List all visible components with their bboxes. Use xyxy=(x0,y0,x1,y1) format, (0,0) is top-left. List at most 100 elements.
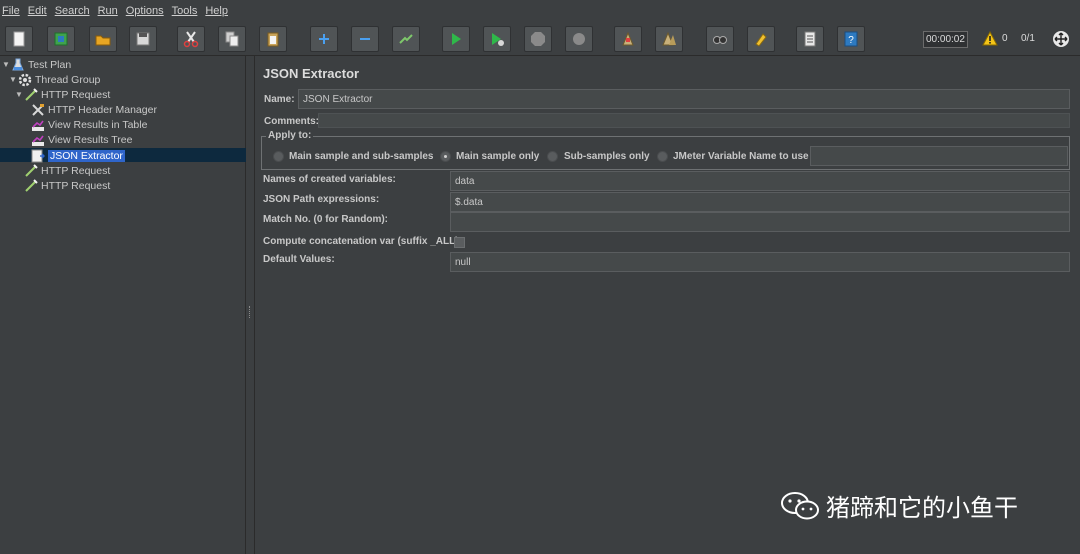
shutdown-icon xyxy=(573,33,585,45)
split-pane-divider[interactable] xyxy=(246,56,255,554)
tree-item-http-request[interactable]: HTTP Request xyxy=(24,163,110,178)
reset-search-button[interactable] xyxy=(747,26,775,52)
save-icon xyxy=(136,32,150,46)
comments-field[interactable] xyxy=(318,113,1070,128)
warning-icon[interactable] xyxy=(982,31,998,47)
templates-icon xyxy=(54,32,68,46)
tree-item-thread-group[interactable]: ▼ Thread Group xyxy=(9,72,100,87)
expand-arrow-icon[interactable]: ▼ xyxy=(9,75,18,84)
open-icon xyxy=(95,35,111,46)
watermark: 猪蹄和它的小鱼干 xyxy=(780,488,1018,523)
cut-icon xyxy=(183,31,199,48)
config-icon xyxy=(31,103,45,117)
comments-label: Comments: xyxy=(264,116,320,127)
clear-icon xyxy=(622,31,634,46)
listener-icon xyxy=(31,133,45,147)
tree-item-json-extractor[interactable]: JSON Extractor xyxy=(31,148,125,163)
json-path-label: JSON Path expressions: xyxy=(263,194,380,205)
menu-file[interactable]: File xyxy=(2,5,20,17)
start-no-pause-icon xyxy=(492,33,504,46)
stop-button[interactable] xyxy=(524,26,552,52)
paste-button[interactable] xyxy=(259,26,287,52)
new-icon xyxy=(13,31,25,47)
sampler-icon xyxy=(24,178,38,193)
menu-search[interactable]: Search xyxy=(55,5,90,17)
templates-button[interactable] xyxy=(47,26,75,52)
splitter-grip-icon[interactable] xyxy=(249,306,252,318)
expand-arrow-icon[interactable]: ▼ xyxy=(2,60,11,69)
jmeter-variable-name-field[interactable] xyxy=(810,146,1068,166)
test-plan-icon xyxy=(11,58,25,72)
tree-item-http-request[interactable]: ▼ HTTP Request xyxy=(15,87,110,102)
thread-group-icon xyxy=(18,73,32,87)
menu-run[interactable]: Run xyxy=(98,5,118,17)
start-button[interactable] xyxy=(442,26,470,52)
clear-all-button[interactable] xyxy=(655,26,683,52)
shutdown-button[interactable] xyxy=(565,26,593,52)
name-field[interactable] xyxy=(298,89,1070,109)
json-extractor-panel: JSON Extractor Name: Comments: Apply to:… xyxy=(256,56,1080,554)
copy-button[interactable] xyxy=(218,26,246,52)
menu-edit[interactable]: Edit xyxy=(28,5,47,17)
radio-main-only-label[interactable]: Main sample only xyxy=(456,151,539,162)
tree-item-http-header-manager[interactable]: HTTP Header Manager xyxy=(31,102,157,117)
var-names-label: Names of created variables: xyxy=(263,174,396,185)
tree-item-view-results-tree[interactable]: View Results Tree xyxy=(31,132,132,147)
function-helper-button[interactable] xyxy=(796,26,824,52)
default-values-label: Default Values: xyxy=(263,254,335,265)
json-path-field[interactable] xyxy=(450,192,1070,212)
expand-icon xyxy=(319,34,329,44)
clear-all-icon xyxy=(662,31,676,46)
remote-engines-icon[interactable] xyxy=(1052,30,1070,48)
save-button[interactable] xyxy=(129,26,157,52)
help-icon: ? xyxy=(844,31,858,47)
tree-item-view-results-table[interactable]: View Results in Table xyxy=(31,117,147,132)
menu-tools[interactable]: Tools xyxy=(172,5,198,17)
expand-arrow-icon[interactable]: ▼ xyxy=(15,90,24,99)
elapsed-timer: 00:00:02 xyxy=(923,31,968,48)
expand-all-button[interactable] xyxy=(310,26,338,52)
radio-sub-only-label[interactable]: Sub-samples only xyxy=(564,151,650,162)
radio-jmeter-variable[interactable] xyxy=(657,151,668,162)
tree-item-http-request[interactable]: HTTP Request xyxy=(24,178,110,193)
radio-main-and-sub[interactable] xyxy=(273,151,284,162)
copy-icon xyxy=(225,31,239,47)
listener-icon xyxy=(31,118,45,132)
stop-icon xyxy=(531,32,545,46)
search-button[interactable] xyxy=(706,26,734,52)
collapse-icon xyxy=(360,38,370,40)
radio-sub-only[interactable] xyxy=(547,151,558,162)
match-no-field[interactable] xyxy=(450,212,1070,232)
sampler-icon xyxy=(24,87,38,102)
open-button[interactable] xyxy=(89,26,117,52)
toggle-button[interactable] xyxy=(392,26,420,52)
name-label: Name: xyxy=(264,94,295,105)
start-icon xyxy=(452,33,461,45)
tree-item-test-plan[interactable]: ▼ Test Plan xyxy=(2,57,71,72)
default-values-field[interactable] xyxy=(450,252,1070,272)
menu-help[interactable]: Help xyxy=(205,5,228,17)
collapse-all-button[interactable] xyxy=(351,26,379,52)
concat-label: Compute concatenation var (suffix _ALL): xyxy=(263,236,462,247)
concat-checkbox[interactable] xyxy=(454,237,465,248)
radio-main-and-sub-label[interactable]: Main sample and sub-samples xyxy=(289,151,434,162)
function-helper-icon xyxy=(804,31,816,47)
help-button[interactable]: ? xyxy=(837,26,865,52)
radio-main-only[interactable] xyxy=(440,151,451,162)
cut-button[interactable] xyxy=(177,26,205,52)
start-no-pause-button[interactable] xyxy=(483,26,511,52)
menu-options[interactable]: Options xyxy=(126,5,164,17)
toggle-icon xyxy=(399,34,413,44)
wechat-logo-icon xyxy=(781,491,819,519)
radio-jmeter-variable-label[interactable]: JMeter Variable Name to use xyxy=(673,151,809,162)
var-names-field[interactable] xyxy=(450,171,1070,191)
reset-search-icon xyxy=(755,33,767,47)
thread-count: 0/1 xyxy=(1021,33,1035,44)
new-button[interactable] xyxy=(5,26,33,52)
test-plan-tree: ▼ Test Plan ▼ Thread Group ▼ HTTP Reques… xyxy=(0,56,246,554)
paste-icon xyxy=(267,32,279,47)
sampler-icon xyxy=(24,163,38,178)
menu-bar: File Edit Search Run Options Tools Help xyxy=(0,0,1080,22)
clear-button[interactable] xyxy=(614,26,642,52)
toolbar: ? 00:00:02 0 0/1 xyxy=(0,22,1080,56)
